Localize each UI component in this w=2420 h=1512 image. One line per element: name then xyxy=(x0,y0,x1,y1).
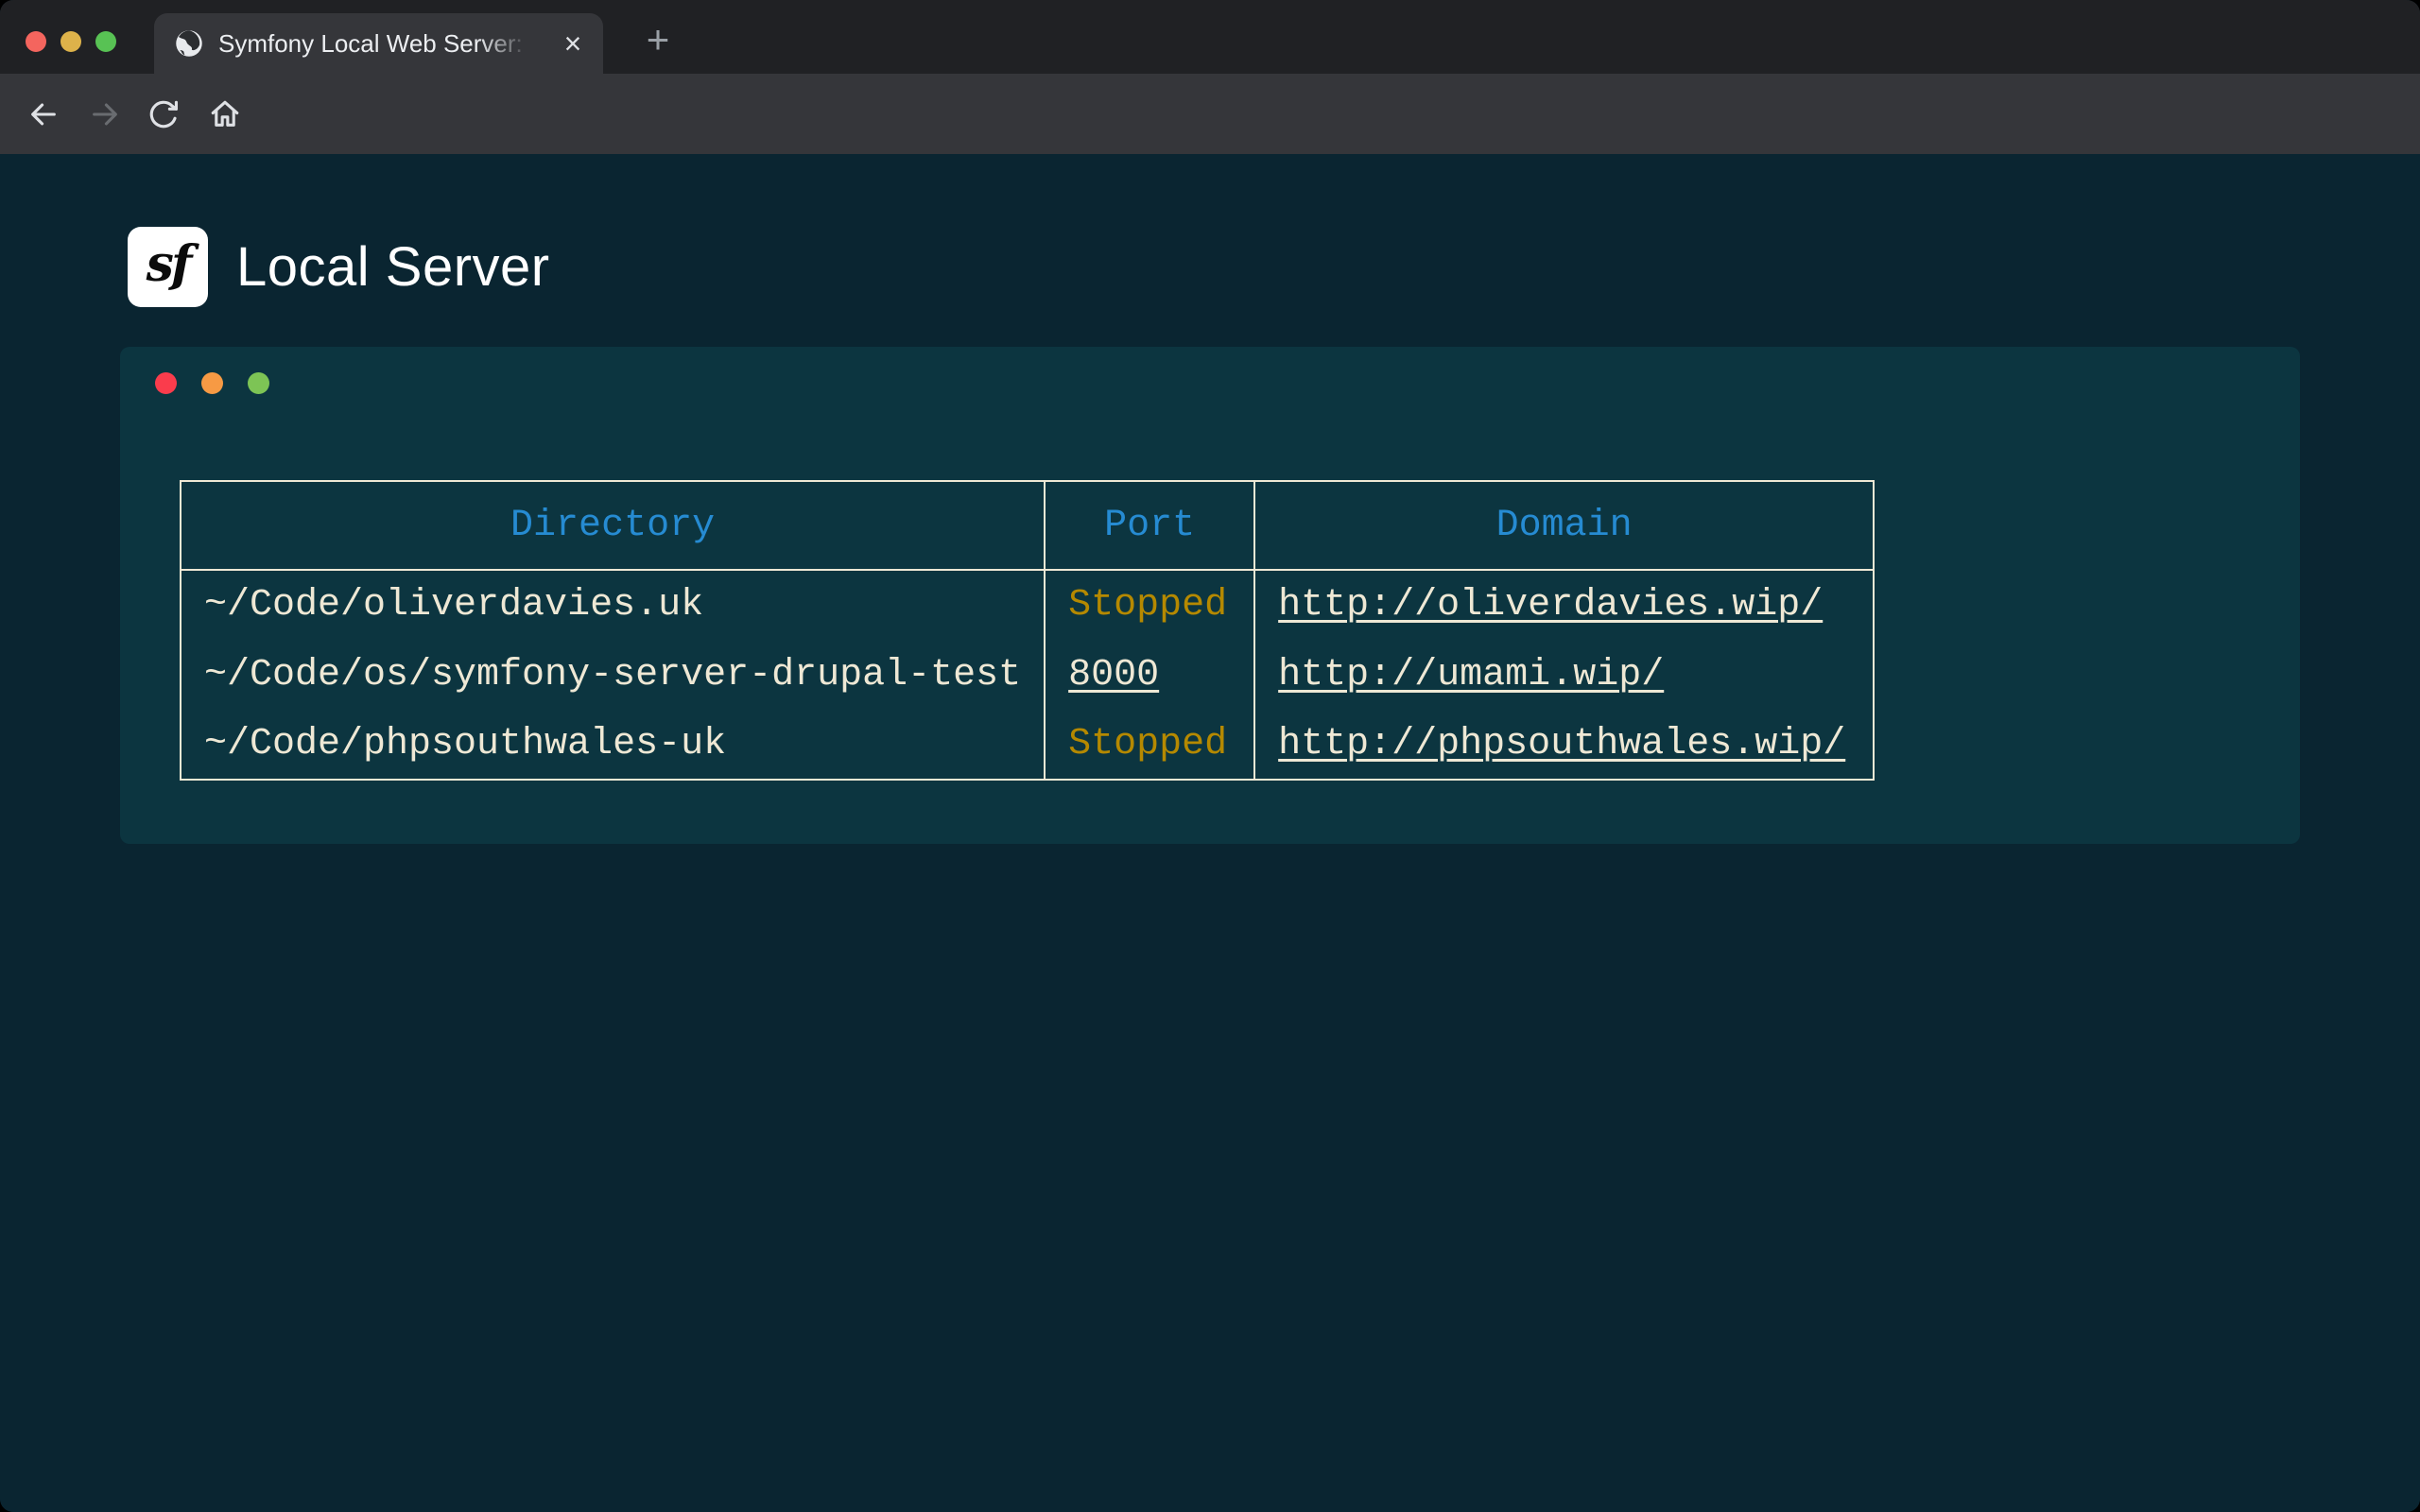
forward-arrow-icon xyxy=(89,98,121,130)
forward-button[interactable] xyxy=(87,96,123,132)
home-icon xyxy=(209,98,241,130)
reload-button[interactable] xyxy=(146,96,182,132)
macos-window-controls xyxy=(26,31,116,52)
new-tab-button[interactable]: + xyxy=(635,17,681,62)
domain-link[interactable]: http://umami.wip/ xyxy=(1278,654,1664,696)
terminal-dot-red xyxy=(155,372,177,394)
cell-directory: ~/Code/os/symfony-server-drupal-test xyxy=(181,640,1045,710)
proxy-table: Directory Port Domain ~/Code/oliverdavie… xyxy=(180,480,1875,781)
tab-title: Symfony Local Web Server: Prox xyxy=(218,29,530,59)
brand: sf Local Server xyxy=(128,227,550,307)
header-domain: Domain xyxy=(1254,481,1874,570)
tab-strip: Symfony Local Web Server: Prox × + xyxy=(0,0,2420,74)
page-content: sf Local Server Directory Port Domain xyxy=(0,154,2420,1512)
terminal-window-dots xyxy=(155,372,269,394)
minimize-window-button[interactable] xyxy=(60,31,81,52)
browser-toolbar: localhost:7080 ★ xyxy=(0,74,2420,154)
reload-icon xyxy=(147,98,180,130)
table-row: ~/Code/oliverdavies.uk Stopped http://ol… xyxy=(181,570,1874,640)
header-directory: Directory xyxy=(181,481,1045,570)
symfony-logo-glyph: sf xyxy=(147,235,190,299)
table-header-row: Directory Port Domain xyxy=(181,481,1874,570)
domain-link[interactable]: http://phpsouthwales.wip/ xyxy=(1278,723,1845,765)
cell-directory: ~/Code/phpsouthwales-uk xyxy=(181,710,1045,780)
back-arrow-icon xyxy=(27,98,60,130)
symfony-logo: sf xyxy=(128,227,208,307)
close-window-button[interactable] xyxy=(26,31,46,52)
cell-port-status: Stopped xyxy=(1045,570,1254,640)
terminal-card: Directory Port Domain ~/Code/oliverdavie… xyxy=(120,347,2300,844)
back-button[interactable] xyxy=(26,96,61,132)
port-link[interactable]: 8000 xyxy=(1068,654,1159,696)
cell-directory: ~/Code/oliverdavies.uk xyxy=(181,570,1045,640)
table-row: ~/Code/os/symfony-server-drupal-test 800… xyxy=(181,640,1874,710)
symfony-globe-icon xyxy=(175,29,203,58)
home-button[interactable] xyxy=(207,96,243,132)
terminal-dot-green xyxy=(248,372,269,394)
page-title: Local Server xyxy=(236,235,550,299)
header-port: Port xyxy=(1045,481,1254,570)
browser-window: Symfony Local Web Server: Prox × + local… xyxy=(0,0,2420,1512)
domain-link[interactable]: http://oliverdavies.wip/ xyxy=(1278,584,1823,627)
table-row: ~/Code/phpsouthwales-uk Stopped http://p… xyxy=(181,710,1874,780)
terminal-dot-orange xyxy=(201,372,223,394)
cell-port-status: Stopped xyxy=(1045,710,1254,780)
maximize-window-button[interactable] xyxy=(95,31,116,52)
browser-tab[interactable]: Symfony Local Web Server: Prox × xyxy=(154,13,603,74)
tab-close-icon[interactable]: × xyxy=(556,26,590,60)
